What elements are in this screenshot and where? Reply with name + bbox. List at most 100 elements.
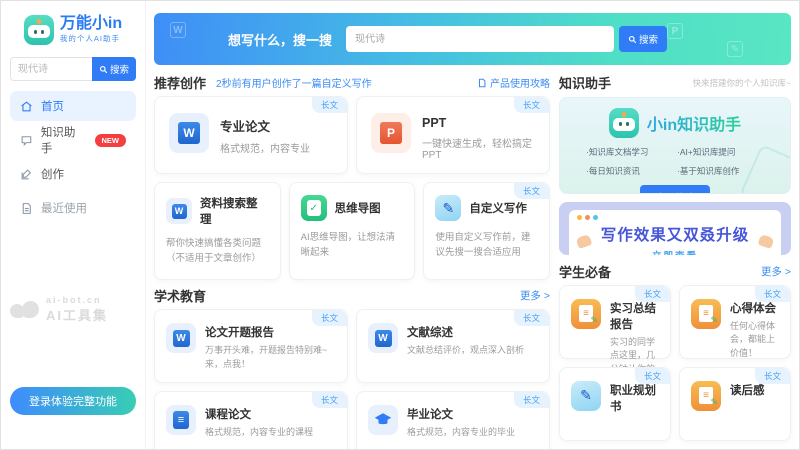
robot-logo-icon (24, 15, 54, 45)
word-icon: W (169, 113, 209, 153)
students-cards-row1: 长文 ≡✎ 实习总结报告 实习的同学点这里，几分钟让你的实习总结报告内容满满 长… (559, 285, 791, 359)
longform-tag: 长文 (312, 392, 347, 408)
recommended-small-cards: W 资料搜索整理 帮你快速搞懂各类问题（不适用于文章创作） ✓ 思维导图 AI思… (154, 182, 550, 280)
sidebar-item-label: 知识助手 (41, 124, 87, 156)
word-icon: W (368, 323, 398, 353)
report-doc-icon: ≡✎ (691, 299, 721, 329)
students-header: 学生必备 更多 > (559, 261, 791, 281)
sidebar-item-label: 最近使用 (41, 200, 87, 216)
activity-ticker: 2秒前有用户创作了一篇自定义写作 (216, 75, 372, 90)
card-title: 心得体会 (730, 300, 779, 316)
edit-icon (20, 168, 33, 181)
card-title: 资料搜索整理 (200, 195, 269, 227)
card-literature-review[interactable]: 长文 W 文献综述 文献总结评价，观点深入剖析 (356, 309, 550, 383)
sidebar-search-button[interactable]: 搜索 (92, 57, 136, 81)
card-title: 思维导图 (335, 200, 381, 216)
card-title: 职业规划书 (610, 382, 659, 414)
word-icon: W (166, 323, 196, 353)
watermark-name: AI工具集 (46, 305, 108, 324)
card-ppt[interactable]: 长文 P PPT 一键快速生成，轻松搞定PPT (356, 96, 550, 174)
browser-window-graphic: 写作效果又双叒升级 立即查看 (569, 210, 781, 256)
content: 推荐创作 2秒前有用户创作了一篇自定义写作 产品使用攻略 长文 W 专业论文 (146, 65, 799, 449)
academic-more-link[interactable]: 更多 > (520, 288, 550, 303)
card-desc: 格式规范，内容专业 (220, 140, 310, 155)
promo-banner-title: 写作效果又双叒升级 (577, 223, 773, 245)
longform-tag: 长文 (514, 97, 549, 113)
banner-search-input[interactable] (346, 26, 614, 52)
card-title: 读后感 (730, 382, 765, 398)
banner-prompt: 想写什么，搜一搜 (228, 30, 332, 49)
sidebar-item-recent[interactable]: 最近使用 (10, 193, 136, 223)
report-doc-icon: ≡✎ (571, 299, 601, 329)
card-desc: 任何心得体会，都能上价值！ (730, 320, 779, 361)
sidebar-search-input[interactable] (10, 57, 92, 81)
card-internship-report[interactable]: 长文 ≡✎ 实习总结报告 实习的同学点这里，几分钟让你的实习总结报告内容满满 (559, 285, 671, 359)
card-book-review[interactable]: 长文 ≡✎ 读后感 (679, 367, 791, 441)
longform-tag: 长文 (514, 392, 549, 408)
sidebar: 万能小in 我的个人AI助手 搜索 首页 知识助手 NEW 创 (1, 1, 146, 449)
card-course-paper[interactable]: 长文 ≡ 课程论文 格式规范，内容专业的课程 (154, 391, 348, 449)
sidebar-item-label: 创作 (41, 166, 64, 182)
sidebar-item-create[interactable]: 创作 (10, 159, 136, 189)
longform-tag: 长文 (514, 183, 549, 199)
longform-tag: 长文 (514, 310, 549, 326)
card-reflections[interactable]: 长文 ≡✎ 心得体会 任何心得体会，都能上价值！ (679, 285, 791, 359)
academic-cards-row1: 长文 W 论文开题报告 万事开头难，开题报告特别难~来，点我！ 长文 W 文献综… (154, 309, 550, 383)
robot-icon (609, 108, 639, 138)
chat-icon (20, 134, 33, 147)
product-guide-link[interactable]: 产品使用攻略 (477, 75, 550, 90)
aibot-logo-icon (10, 300, 40, 320)
students-more-link[interactable]: 更多 > (761, 264, 791, 279)
card-mindmap[interactable]: ✓ 思维导图 AI思维导图，让想法清晰起来 (289, 182, 416, 280)
card-desc: AI思维导图，让想法清晰起来 (301, 231, 404, 260)
sidebar-item-knowledge[interactable]: 知识助手 NEW (10, 125, 136, 155)
card-title: 自定义写作 (469, 200, 527, 216)
card-career-plan[interactable]: 长文 ✎ 职业规划书 (559, 367, 671, 441)
recommended-header: 推荐创作 2秒前有用户创作了一篇自定义写作 产品使用攻略 (154, 73, 550, 92)
try-now-button[interactable]: 立即体验 (640, 185, 710, 194)
home-icon (20, 100, 33, 113)
card-title: 课程论文 (205, 406, 313, 422)
brand-logo[interactable]: 万能小in 我的个人AI助手 (10, 15, 136, 45)
app-window: 万能小in 我的个人AI助手 搜索 首页 知识助手 NEW 创 (0, 0, 800, 450)
section-title: 知识助手 (559, 73, 611, 92)
sidebar-search: 搜索 (10, 57, 136, 81)
knowledge-promo-card[interactable]: 小in知识助手 ·知识库文档学习 ·AI+知识库提问 ·每日知识资讯 ·基于知识… (559, 97, 791, 194)
academic-header: 学术教育 更多 > (154, 286, 550, 305)
ppt-ghost-icon: P (667, 23, 683, 39)
watermark-url: ai-bot.cn (46, 295, 108, 305)
mindmap-icon: ✓ (301, 195, 327, 221)
longform-tag: 长文 (635, 286, 670, 302)
feature-item: ·知识库文档学习 (586, 146, 673, 158)
search-icon (628, 35, 637, 44)
card-professional-paper[interactable]: 长文 W 专业论文 格式规范，内容专业 (154, 96, 348, 174)
watermark: ai-bot.cn AI工具集 (10, 295, 136, 324)
banner-search-button[interactable]: 搜索 (619, 26, 667, 52)
new-badge: NEW (95, 134, 127, 147)
card-desc: 格式规范，内容专业的课程 (205, 426, 313, 440)
section-title: 学生必备 (559, 262, 611, 281)
section-title: 学术教育 (154, 286, 206, 305)
card-desc: 万事开头难，开题报告特别难~来，点我！ (205, 344, 336, 371)
upgrade-promo-banner[interactable]: ★ ★ ● 写作效果又双叒升级 立即查看 (559, 202, 791, 256)
students-cards-row2: 长文 ✎ 职业规划书 长文 ≡✎ 读后感 (559, 367, 791, 441)
left-column: 推荐创作 2秒前有用户创作了一篇自定义写作 产品使用攻略 长文 W 专业论文 (154, 73, 550, 441)
longform-tag: 长文 (312, 97, 347, 113)
section-title: 推荐创作 (154, 73, 206, 92)
word-icon: W (166, 198, 192, 224)
card-custom-writing[interactable]: 长文 ✎ 自定义写作 使用自定义写作前，建议先搜一搜合适应用 (423, 182, 550, 280)
card-thesis-proposal[interactable]: 长文 W 论文开题报告 万事开头难，开题报告特别难~来，点我！ (154, 309, 348, 383)
right-column: 知识助手 快来搭建你的个人知识库~ 小in知识助手 ·知识库文档学习 ·AI+知… (559, 73, 791, 441)
knowledge-subtitle: 快来搭建你的个人知识库~ (693, 77, 791, 89)
card-graduation-thesis[interactable]: 长文 毕业论文 格式规范，内容专业的毕业 (356, 391, 550, 449)
search-icon (99, 65, 108, 74)
sidebar-item-home[interactable]: 首页 (10, 91, 136, 121)
marker-pen-icon: ✎ (435, 195, 461, 221)
login-button[interactable]: 登录体验完整功能 (10, 387, 136, 415)
longform-tag: 长文 (635, 368, 670, 384)
card-research-organize[interactable]: W 资料搜索整理 帮你快速搞懂各类问题（不适用于文章创作） (154, 182, 281, 280)
brand-tagline: 我的个人AI助手 (60, 33, 122, 44)
academic-cards-row2: 长文 ≡ 课程论文 格式规范，内容专业的课程 长文 毕业论文 (154, 391, 550, 449)
marker-pen-icon: ✎ (571, 381, 601, 411)
card-title: 论文开题报告 (205, 324, 336, 340)
